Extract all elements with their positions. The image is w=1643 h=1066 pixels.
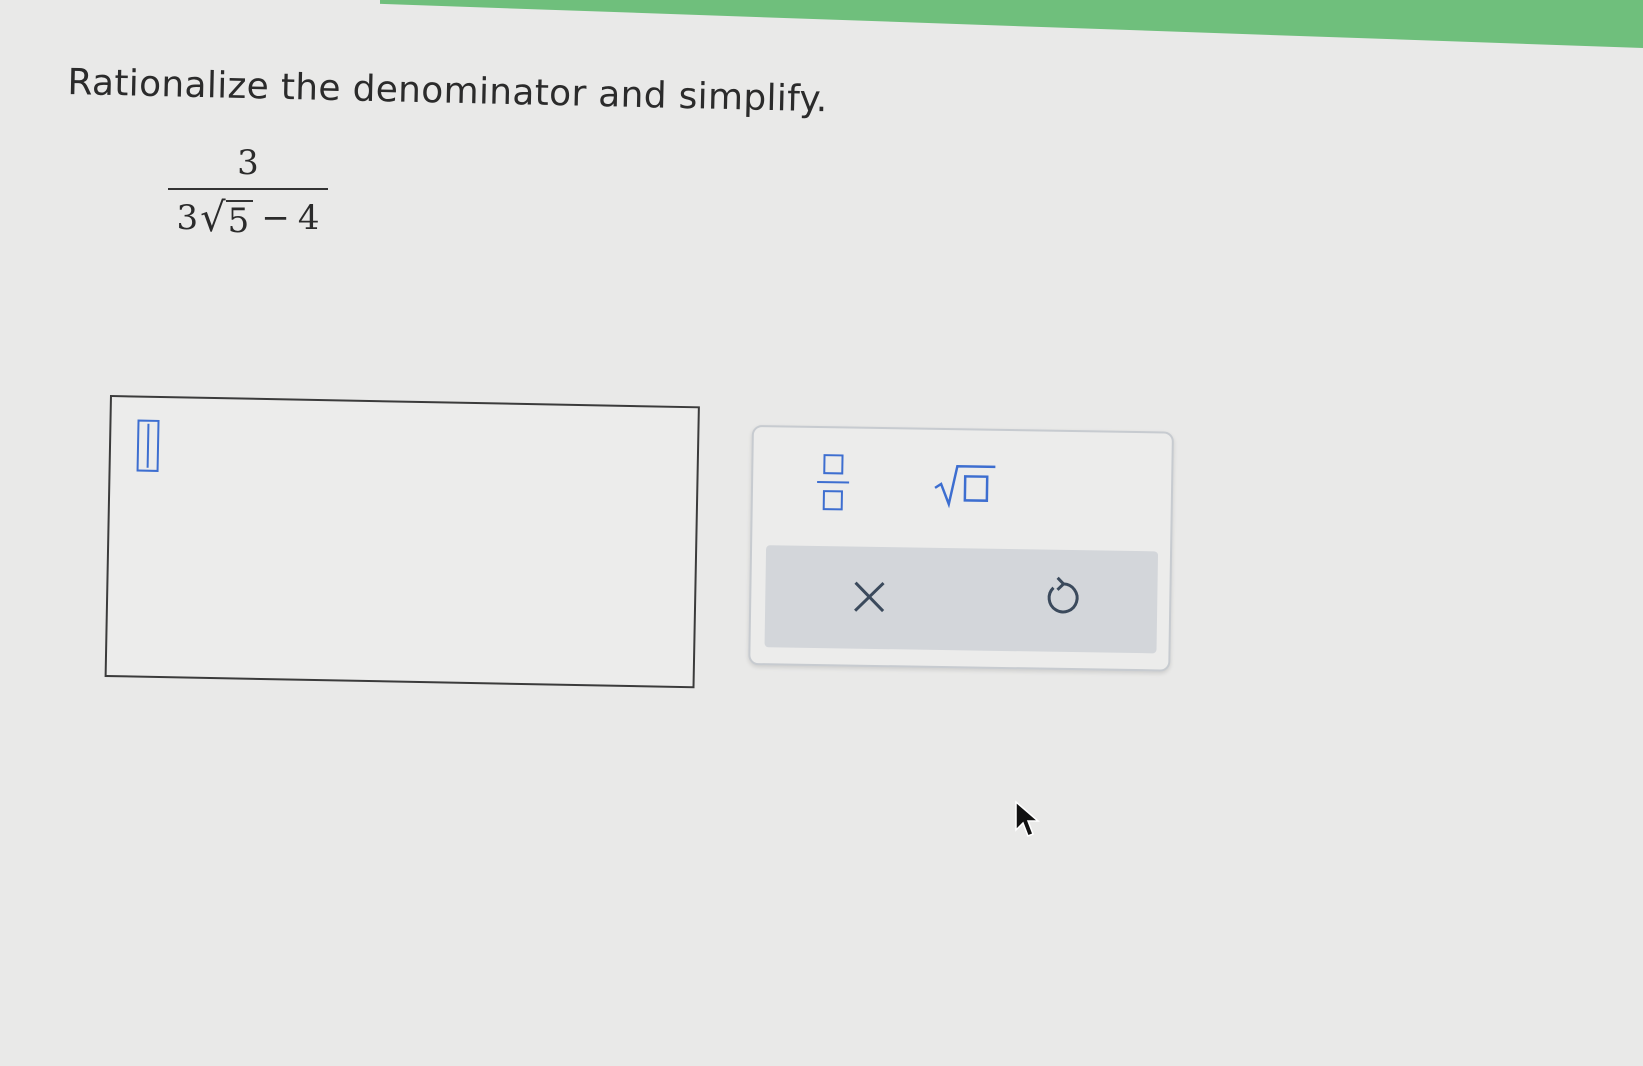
fraction-denominator: 3 √ 5 − 4 (168, 196, 328, 240)
mouse-pointer-icon (1014, 800, 1041, 840)
math-palette (748, 425, 1174, 672)
undo-icon (1037, 576, 1085, 627)
square-root-icon (933, 460, 998, 511)
answer-input[interactable] (104, 395, 700, 689)
undo-button[interactable] (1037, 574, 1086, 623)
close-icon (845, 581, 893, 625)
denominator-constant: 4 (297, 198, 320, 238)
radicand: 5 (225, 200, 254, 240)
denominator-operator: − (261, 198, 290, 238)
question-prompt: Rationalize the denominator and simplify… (67, 62, 829, 121)
math-expression: 3 3 √ 5 − 4 (168, 140, 328, 240)
radical-sign: √ (200, 195, 226, 241)
fraction-bar (168, 188, 328, 190)
square-root-button[interactable] (933, 460, 998, 511)
input-cursor-placeholder[interactable] (136, 419, 160, 472)
action-bar (764, 545, 1159, 654)
clear-button[interactable] (845, 572, 894, 621)
fraction-button[interactable] (815, 450, 852, 517)
top-green-bar (380, 0, 1643, 48)
denominator-coefficient: 3 (176, 198, 199, 238)
fraction-numerator: 3 (237, 143, 259, 183)
